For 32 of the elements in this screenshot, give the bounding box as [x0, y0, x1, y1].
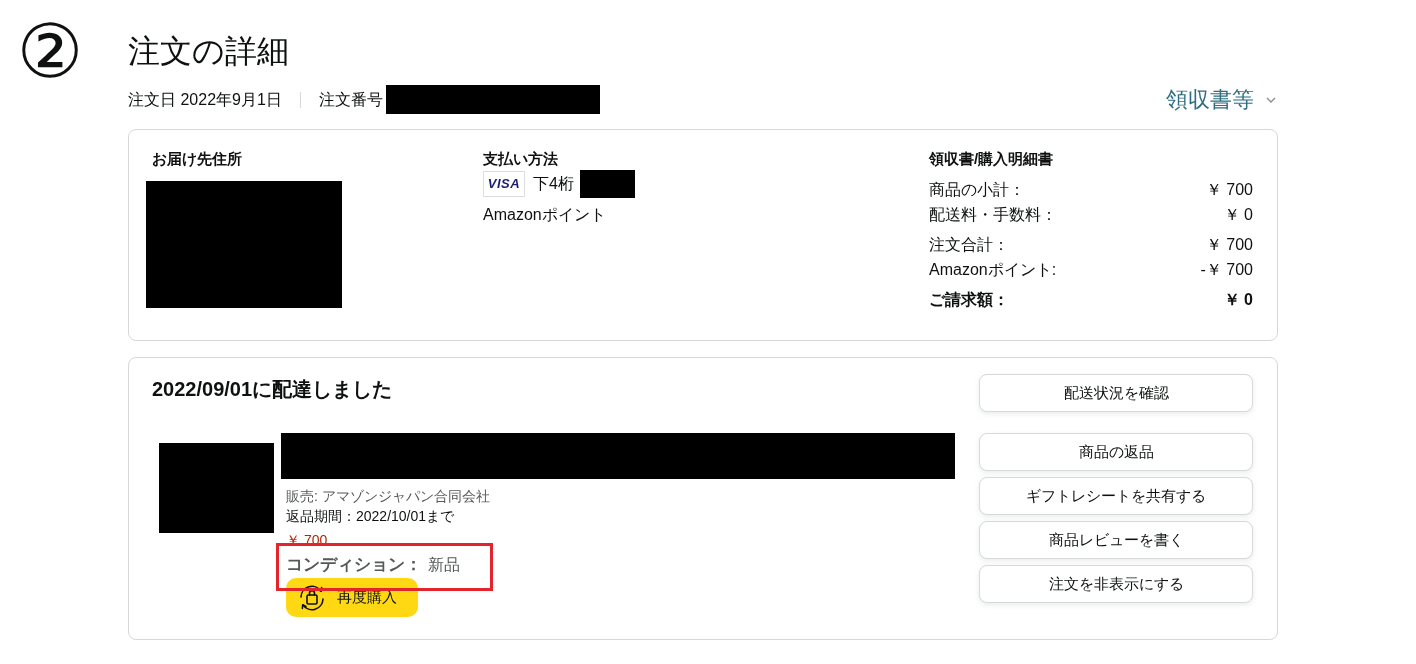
summary-amount: -￥ 700: [1200, 259, 1253, 280]
section-heading: お届け先住所: [152, 149, 242, 169]
condition-value: 新品: [428, 555, 460, 575]
receipts-link[interactable]: 領収書等: [1166, 85, 1254, 114]
step-number: ②: [17, 14, 84, 88]
condition-label: コンディション：: [286, 554, 422, 577]
section-heading: 領収書/購入明細書: [929, 149, 1054, 169]
action-button[interactable]: 配送状況を確認: [979, 374, 1253, 412]
summary-label: 商品の小計：: [929, 179, 1025, 200]
order-date: 注文日 2022年9月1日: [128, 89, 282, 110]
action-button[interactable]: 商品の返品: [979, 433, 1253, 471]
card-brand-logo: VISA: [483, 171, 525, 197]
total-amount: ￥ 0: [1223, 289, 1253, 310]
order-number-label: 注文番号: [318, 89, 383, 110]
card-digits-label: 下4桁: [533, 174, 574, 194]
summary-label: Amazonポイント:: [929, 259, 1057, 280]
summary-amount: ￥ 700: [1205, 234, 1253, 255]
summary-label: 注文合計：: [929, 234, 1009, 255]
seller-text: 販売: アマゾンジャパン合同会社: [286, 487, 490, 506]
action-button[interactable]: 商品レビューを書く: [979, 521, 1253, 559]
delivery-status: 2022/09/01に配達しました: [152, 377, 393, 402]
action-button[interactable]: ギフトレシートを共有する: [979, 477, 1253, 515]
summary-label: 配送料・手数料：: [929, 204, 1057, 225]
section-heading: 支払い方法: [483, 149, 558, 169]
chevron-down-icon[interactable]: [1266, 96, 1276, 103]
return-window-text: 返品期間：2022/10/01まで: [286, 507, 455, 526]
page-title: 注文の詳細: [128, 32, 289, 71]
summary-amount: ￥ 0: [1223, 204, 1253, 225]
action-button[interactable]: 注文を非表示にする: [979, 565, 1253, 603]
summary-amount: ￥ 700: [1205, 179, 1253, 200]
total-label: ご請求額：: [929, 289, 1009, 310]
payment-method: Amazonポイント: [483, 205, 606, 225]
